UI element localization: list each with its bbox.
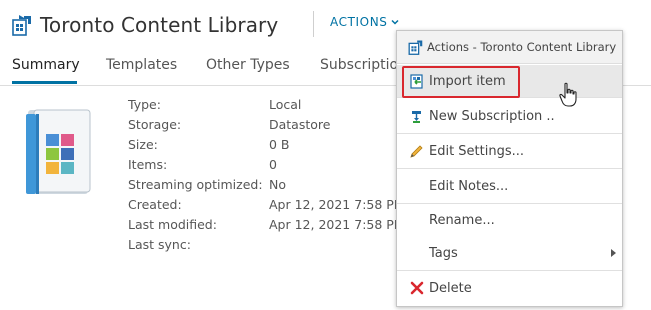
content-library-icon: [408, 40, 423, 55]
property-value: Apr 12, 2021 7:58 PM: [269, 197, 405, 212]
property-value: 0: [269, 157, 277, 172]
property-label: Created:: [128, 197, 182, 212]
highlight-annotation: [402, 66, 520, 98]
menu-item-edit-settings[interactable]: Edit Settings...: [397, 135, 622, 167]
menu-divider: [397, 270, 622, 271]
delete-x-icon: [409, 281, 424, 296]
menu-item-label: Tags: [429, 245, 458, 261]
page-title: Toronto Content Library: [40, 13, 279, 37]
tab-templates[interactable]: Templates: [106, 57, 177, 73]
menu-item-new-subscription[interactable]: New Subscription ..: [397, 100, 622, 132]
subscription-icon: [409, 109, 424, 124]
tab-other-types[interactable]: Other Types: [206, 57, 290, 73]
pencil-icon: [409, 144, 424, 159]
tab-subscriptions[interactable]: Subscriptio: [320, 57, 398, 73]
content-library-icon: [12, 15, 31, 36]
property-label: Type:: [128, 97, 161, 112]
active-tab-indicator: [12, 81, 77, 84]
header-divider: [313, 11, 314, 37]
menu-divider: [397, 168, 622, 169]
chevron-down-icon: [390, 19, 399, 25]
property-value: 0 B: [269, 137, 290, 152]
menu-item-label: New Subscription ..: [429, 108, 555, 124]
submenu-arrow-icon: [611, 249, 616, 257]
property-label: Items:: [128, 157, 168, 172]
property-value: Apr 12, 2021 7:58 PM: [269, 217, 405, 232]
menu-header-label: Actions - Toronto Content Library: [427, 40, 617, 54]
hand-pointer-cursor-icon: [559, 82, 577, 107]
property-value: No: [269, 177, 286, 192]
property-label: Last modified:: [128, 217, 217, 232]
actions-label: ACTIONS: [330, 15, 388, 29]
menu-item-label: Delete: [429, 280, 472, 296]
property-label: Last sync:: [128, 237, 191, 252]
menu-item-label: Edit Settings...: [429, 143, 525, 159]
actions-button[interactable]: ACTIONS: [330, 15, 399, 29]
property-label: Storage:: [128, 117, 182, 132]
property-value: Local: [269, 97, 302, 112]
library-book-icon: [26, 109, 91, 194]
menu-header: Actions - Toronto Content Library: [397, 31, 622, 64]
property-label: Streaming optimized:: [128, 177, 263, 192]
menu-item-delete[interactable]: Delete: [397, 272, 622, 304]
menu-divider: [397, 133, 622, 134]
menu-item-edit-notes[interactable]: Edit Notes...: [397, 170, 622, 202]
page-header: Toronto Content Library: [10, 10, 278, 40]
menu-item-rename[interactable]: Rename...: [397, 204, 622, 236]
property-label: Size:: [128, 137, 158, 152]
tab-summary[interactable]: Summary: [12, 57, 80, 73]
menu-item-label: Rename...: [429, 212, 495, 228]
property-value: Datastore: [269, 117, 331, 132]
menu-item-label: Edit Notes...: [429, 178, 509, 194]
menu-item-tags[interactable]: Tags: [397, 237, 622, 269]
